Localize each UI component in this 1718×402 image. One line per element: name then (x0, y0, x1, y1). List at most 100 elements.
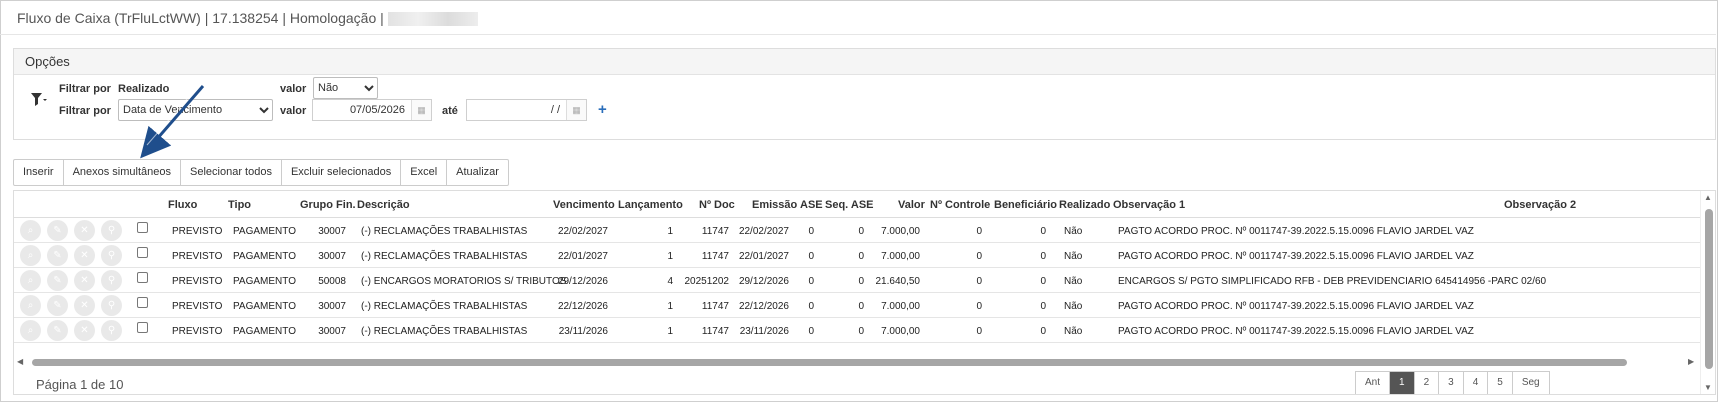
cell-realizado: Não (1064, 326, 1083, 337)
cell-emissao: 22/02/2027 (738, 226, 789, 237)
col-observacao-2[interactable]: Observação 2 (1504, 199, 1576, 211)
delete-icon[interactable]: ✕ (74, 320, 95, 341)
page-button[interactable]: 1 (1390, 372, 1415, 394)
page-button[interactable]: 3 (1439, 372, 1464, 394)
table-row[interactable]: ⌕ ✎ ✕ ⚲ PREVISTO PAGAMENTO 30007 (-) RECLAMAÇÕE… (14, 218, 1700, 243)
col-ase[interactable]: ASE (800, 199, 823, 211)
search-icon[interactable]: ⌕ (20, 245, 41, 266)
excel-button[interactable]: Excel (401, 160, 448, 185)
filter1-value-select[interactable]: Não (313, 77, 378, 99)
redacted-text (387, 12, 478, 27)
delete-icon[interactable]: ✕ (74, 245, 95, 266)
col-lancamento[interactable]: Lançamento (618, 199, 683, 211)
search-icon[interactable]: ⌕ (20, 270, 41, 291)
col-fluxo[interactable]: Fluxo (168, 199, 197, 211)
page-button[interactable]: 5 (1488, 372, 1513, 394)
table-row[interactable]: ⌕ ✎ ✕ ⚲ PREVISTO PAGAMENTO 30007 (-) RECLAMAÇÕE… (14, 318, 1700, 343)
delete-icon[interactable]: ✕ (74, 295, 95, 316)
row-checkbox[interactable] (137, 322, 148, 333)
refresh-button[interactable]: Atualizar (447, 160, 508, 185)
simultaneous-attachments-button[interactable]: Anexos simultâneos (64, 160, 182, 185)
row-checkbox[interactable] (137, 222, 148, 233)
scroll-down-icon[interactable]: ▼ (1704, 383, 1712, 392)
edit-icon[interactable]: ✎ (47, 320, 68, 341)
col-vencimento[interactable]: Vencimento (553, 199, 615, 211)
col-realizado[interactable]: Realizado (1059, 199, 1110, 211)
row-checkbox[interactable] (137, 247, 148, 258)
filter2-value-label: valor (280, 105, 307, 117)
scroll-up-icon[interactable]: ▲ (1704, 193, 1712, 202)
col-n-controle[interactable]: Nº Controle (930, 199, 990, 211)
cell-vencimento: 22/12/2026 (557, 301, 608, 312)
date-from-input[interactable]: 07/05/2026 ▦ (312, 99, 432, 121)
attachment-icon[interactable]: ⚲ (101, 245, 122, 266)
calendar-icon[interactable]: ▦ (566, 100, 586, 120)
col-seq-ase[interactable]: Seq. ASE (825, 199, 874, 211)
edit-icon[interactable]: ✎ (47, 245, 68, 266)
page-button[interactable]: 4 (1463, 372, 1489, 394)
cell-tipo: PAGAMENTO (233, 251, 296, 262)
delete-icon[interactable]: ✕ (74, 270, 95, 291)
horizontal-scroll-thumb[interactable] (32, 359, 1627, 366)
row-checkbox[interactable] (137, 297, 148, 308)
horizontal-scrollbar[interactable]: ◀ ▶ (14, 355, 1700, 368)
calendar-icon[interactable]: ▦ (411, 100, 431, 120)
filter2-field-select[interactable]: Data de Vencimento (118, 99, 273, 121)
edit-icon[interactable]: ✎ (47, 270, 68, 291)
edit-icon[interactable]: ✎ (47, 220, 68, 241)
page-button[interactable]: 2 (1414, 372, 1440, 394)
attachment-icon[interactable]: ⚲ (101, 320, 122, 341)
cell-tipo: PAGAMENTO (233, 226, 296, 237)
scroll-right-icon[interactable]: ▶ (1688, 357, 1694, 366)
attachment-icon[interactable]: ⚲ (101, 220, 122, 241)
col-n-doc[interactable]: Nº Doc (699, 199, 735, 211)
data-grid: Fluxo Tipo Grupo Fin. Descrição Vencimen… (13, 190, 1716, 395)
cell-n-doc: 11747 (701, 301, 729, 312)
edit-icon[interactable]: ✎ (47, 295, 68, 316)
grid-header: Fluxo Tipo Grupo Fin. Descrição Vencimen… (14, 191, 1715, 218)
table-row[interactable]: ⌕ ✎ ✕ ⚲ PREVISTO PAGAMENTO 30007 (-) RECLAMAÇÕE… (14, 243, 1700, 268)
col-tipo[interactable]: Tipo (228, 199, 251, 211)
page-button[interactable]: Ant (1356, 372, 1391, 394)
vertical-scroll-thumb[interactable] (1705, 209, 1713, 369)
delete-icon[interactable]: ✕ (74, 220, 95, 241)
search-icon[interactable]: ⌕ (20, 220, 41, 241)
col-grupo-fin[interactable]: Grupo Fin. (300, 199, 356, 211)
select-all-button[interactable]: Selecionar todos (181, 160, 282, 185)
attachment-icon[interactable]: ⚲ (101, 295, 122, 316)
table-row[interactable]: ⌕ ✎ ✕ ⚲ PREVISTO PAGAMENTO 50008 (-) ENCARGOS M… (14, 268, 1700, 293)
cell-lancamento: 1 (667, 301, 673, 312)
cell-descricao: (-) ENCARGOS MORATORIOS S/ TRIBUTOS (361, 276, 567, 287)
cell-ase: 0 (808, 326, 814, 337)
cell-n-controle: 0 (976, 301, 982, 312)
table-row[interactable]: ⌕ ✎ ✕ ⚲ PREVISTO PAGAMENTO 30007 (-) RECLAMAÇÕE… (14, 293, 1700, 318)
vertical-scrollbar[interactable]: ▲ ▼ (1700, 191, 1715, 394)
col-valor[interactable]: Valor (898, 199, 925, 211)
cell-valor: 7.000,00 (881, 326, 920, 337)
search-icon[interactable]: ⌕ (20, 295, 41, 316)
attachment-icon[interactable]: ⚲ (101, 270, 122, 291)
cell-fluxo: PREVISTO (172, 326, 223, 337)
cell-beneficiario: 0 (1040, 251, 1046, 262)
cell-valor: 21.640,50 (875, 276, 921, 287)
col-emissao[interactable]: Emissão (752, 199, 797, 211)
cell-observacao-1: ENCARGOS S/ PGTO SIMPLIFICADO RFB - DEB … (1118, 276, 1547, 287)
filter-icon[interactable] (30, 90, 48, 108)
cell-observacao-1: PAGTO ACORDO PROC. Nº 0011747-39.2022.5.… (1118, 326, 1474, 337)
page-button[interactable]: Seg (1512, 372, 1549, 394)
cell-valor: 7.000,00 (881, 301, 920, 312)
window-title: Fluxo de Caixa (TrFluLctWW) | 17.138254 … (17, 8, 478, 28)
row-checkbox[interactable] (137, 272, 148, 283)
insert-button[interactable]: Inserir (14, 160, 64, 185)
cell-realizado: Não (1064, 251, 1083, 262)
delete-selected-button[interactable]: Excluir selecionados (282, 160, 402, 185)
col-beneficiario[interactable]: Beneficiário (994, 199, 1057, 211)
col-observacao-1[interactable]: Observação 1 (1113, 199, 1185, 211)
add-filter-icon[interactable]: + (598, 101, 607, 118)
cell-realizado: Não (1064, 226, 1083, 237)
col-descricao[interactable]: Descrição (357, 199, 410, 211)
search-icon[interactable]: ⌕ (20, 320, 41, 341)
scroll-left-icon[interactable]: ◀ (17, 357, 23, 366)
date-to-input[interactable]: / / ▦ (466, 99, 587, 121)
cell-n-doc: 11747 (701, 251, 729, 262)
